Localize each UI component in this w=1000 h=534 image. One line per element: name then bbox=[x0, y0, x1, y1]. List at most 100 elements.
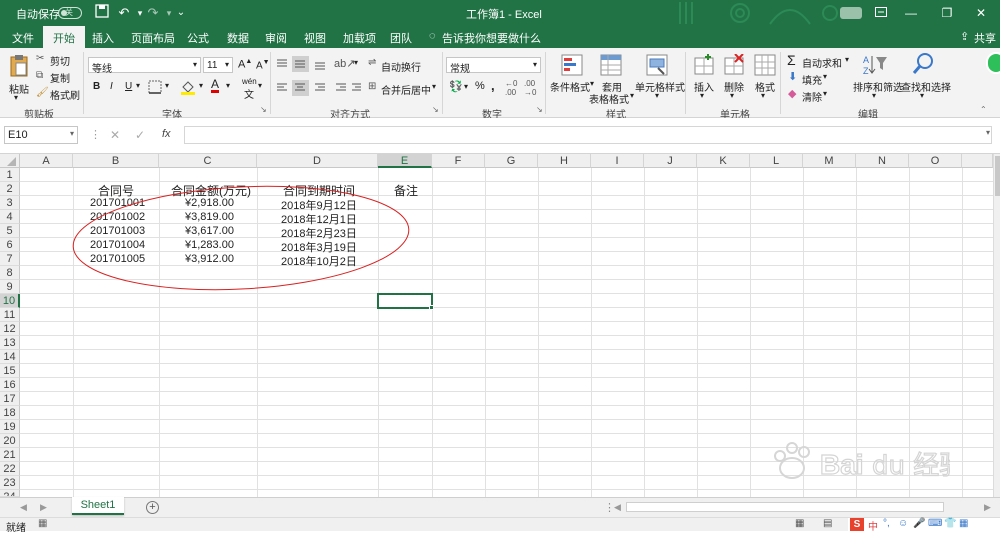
row-header[interactable]: 3 bbox=[0, 196, 20, 210]
row-header[interactable]: 1 bbox=[0, 168, 20, 182]
chevron-down-icon[interactable]: ▾ bbox=[872, 91, 876, 100]
tab-formulas[interactable]: 公式 bbox=[187, 30, 209, 46]
expand-formula-icon[interactable]: ▾ bbox=[986, 128, 990, 137]
page-layout-view-icon[interactable]: ▤ bbox=[823, 518, 832, 529]
column-header[interactable]: I bbox=[591, 154, 644, 168]
format-painter-icon[interactable]: 🖌 bbox=[36, 87, 49, 98]
column-header[interactable]: O bbox=[909, 154, 962, 168]
chevron-down-icon[interactable]: ▾ bbox=[761, 91, 765, 100]
chevron-down-icon[interactable]: ▾ bbox=[464, 82, 468, 91]
row-header[interactable]: 22 bbox=[0, 462, 20, 476]
chevron-down-icon[interactable]: ▾ bbox=[136, 81, 140, 90]
scroll-left-icon[interactable]: ◀ bbox=[20, 502, 27, 513]
clear-button[interactable]: 清除 bbox=[802, 89, 822, 104]
chevron-down-icon[interactable]: ▾ bbox=[730, 91, 734, 100]
chevron-down-icon[interactable]: ▾ bbox=[655, 91, 659, 100]
copy-button[interactable]: 复制 bbox=[50, 70, 70, 85]
cut-button[interactable]: 剪切 bbox=[50, 53, 70, 68]
restore-icon[interactable]: ❐ bbox=[932, 3, 962, 23]
column-header[interactable]: N bbox=[856, 154, 909, 168]
column-header[interactable]: F bbox=[432, 154, 485, 168]
scroll-right-icon[interactable]: ▶ bbox=[40, 502, 47, 513]
horizontal-scrollbar-thumb[interactable] bbox=[626, 502, 944, 512]
chevron-down-icon[interactable]: ▾ bbox=[432, 82, 436, 91]
format-cells-icon[interactable] bbox=[754, 54, 776, 76]
ribbon-display-icon[interactable] bbox=[866, 3, 896, 23]
enter-icon[interactable]: ✓ bbox=[135, 128, 145, 142]
row-header[interactable]: 17 bbox=[0, 392, 20, 406]
row-header[interactable]: 11 bbox=[0, 308, 20, 322]
sheet-tab-sheet1[interactable]: Sheet1 bbox=[72, 497, 124, 515]
column-header[interactable]: J bbox=[644, 154, 697, 168]
row-header[interactable]: 14 bbox=[0, 350, 20, 364]
copy-icon[interactable]: ⧉ bbox=[36, 70, 43, 81]
column-header[interactable] bbox=[962, 154, 993, 168]
format-painter-button[interactable]: 格式刷 bbox=[50, 87, 80, 102]
row-header[interactable]: 4 bbox=[0, 210, 20, 224]
scrollbar-thumb[interactable] bbox=[995, 156, 1000, 196]
insert-function-button[interactable]: fx bbox=[162, 128, 171, 140]
row-header[interactable]: 13 bbox=[0, 336, 20, 350]
row-header[interactable]: 2 bbox=[0, 182, 20, 196]
fill-icon[interactable]: ⬇ bbox=[788, 70, 797, 83]
tab-view[interactable]: 视图 bbox=[304, 30, 326, 46]
table-cell[interactable]: 201701004 bbox=[90, 239, 145, 251]
column-header[interactable]: L bbox=[750, 154, 803, 168]
autosum-icon[interactable]: Σ bbox=[787, 52, 796, 68]
fill-color-icon[interactable] bbox=[180, 79, 196, 95]
table-cell[interactable]: ¥3,617.00 bbox=[185, 225, 234, 237]
table-cell[interactable]: 2018年10月2日 bbox=[281, 253, 357, 269]
skin-icon[interactable]: 👕 bbox=[944, 518, 956, 529]
increase-font-icon[interactable]: A▲ bbox=[238, 58, 252, 71]
sogou-s-icon[interactable]: S bbox=[850, 518, 864, 531]
share-icon[interactable]: ⇪ bbox=[960, 30, 969, 43]
tab-home[interactable]: 开始 bbox=[43, 26, 85, 48]
voice-icon[interactable]: 🎤 bbox=[913, 518, 925, 529]
format-as-table-icon[interactable] bbox=[600, 54, 622, 76]
conditional-formatting-button[interactable]: 条件格式 bbox=[550, 79, 590, 94]
tab-addins[interactable]: 加载项 bbox=[343, 30, 376, 46]
vertical-scrollbar[interactable] bbox=[993, 154, 1000, 497]
keyboard-icon[interactable]: ⌨ bbox=[928, 518, 942, 529]
select-all-corner[interactable] bbox=[0, 154, 20, 168]
chevron-down-icon[interactable]: ▾ bbox=[823, 89, 827, 98]
number-format-select[interactable]: 常规 ▾ bbox=[446, 57, 541, 75]
close-icon[interactable]: ✕ bbox=[966, 3, 996, 23]
chevron-down-icon[interactable]: ▾ bbox=[630, 91, 634, 100]
normal-view-icon[interactable]: ▦ bbox=[795, 518, 804, 529]
column-header[interactable]: B bbox=[73, 154, 159, 168]
worksheet-grid[interactable]: A B C D E F G H I J K L M N O 1 2 3 4 5 … bbox=[0, 154, 993, 497]
column-header[interactable]: G bbox=[485, 154, 538, 168]
selected-cell[interactable] bbox=[377, 293, 433, 309]
chevron-down-icon[interactable]: ▾ bbox=[199, 81, 203, 90]
increase-decimal-icon[interactable]: ←0.00 bbox=[505, 79, 517, 97]
row-header[interactable]: 18 bbox=[0, 406, 20, 420]
decrease-decimal-icon[interactable]: .00 →0 bbox=[524, 79, 536, 97]
tab-insert[interactable]: 插入 bbox=[92, 30, 114, 46]
row-header[interactable]: 5 bbox=[0, 224, 20, 238]
emoji-icon[interactable]: ☺ bbox=[898, 518, 908, 529]
column-header[interactable]: D bbox=[257, 154, 378, 168]
eraser-icon[interactable]: ◆ bbox=[788, 87, 796, 100]
dialog-launcher-icon[interactable]: ↘ bbox=[432, 105, 439, 114]
comma-style-button[interactable]: , bbox=[491, 78, 495, 93]
table-cell[interactable]: 201701002 bbox=[90, 211, 145, 223]
font-size-select[interactable]: 11 ▾ bbox=[203, 57, 233, 73]
chevron-down-icon[interactable]: ▾ bbox=[14, 93, 18, 102]
table-cell[interactable]: ¥3,819.00 bbox=[185, 211, 234, 223]
orientation-icon[interactable]: ab↗ bbox=[334, 57, 355, 70]
table-cell[interactable]: ¥3,912.00 bbox=[185, 253, 234, 265]
header-cell-remark[interactable]: 备注 bbox=[394, 182, 418, 199]
tab-page-layout[interactable]: 页面布局 bbox=[131, 30, 175, 46]
fill-button[interactable]: 填充 bbox=[802, 72, 822, 87]
cell-styles-icon[interactable] bbox=[646, 54, 668, 76]
sort-filter-icon[interactable]: AZ bbox=[862, 53, 888, 77]
row-header[interactable]: 12 bbox=[0, 322, 20, 336]
formula-input[interactable] bbox=[184, 126, 992, 144]
dialog-launcher-icon[interactable]: ↘ bbox=[260, 105, 267, 114]
fill-handle[interactable] bbox=[429, 305, 434, 310]
save-icon[interactable] bbox=[93, 4, 111, 22]
format-as-table-button[interactable]: 表格格式 bbox=[589, 91, 629, 106]
bold-button[interactable]: B bbox=[93, 81, 100, 92]
row-header[interactable]: 9 bbox=[0, 280, 20, 294]
